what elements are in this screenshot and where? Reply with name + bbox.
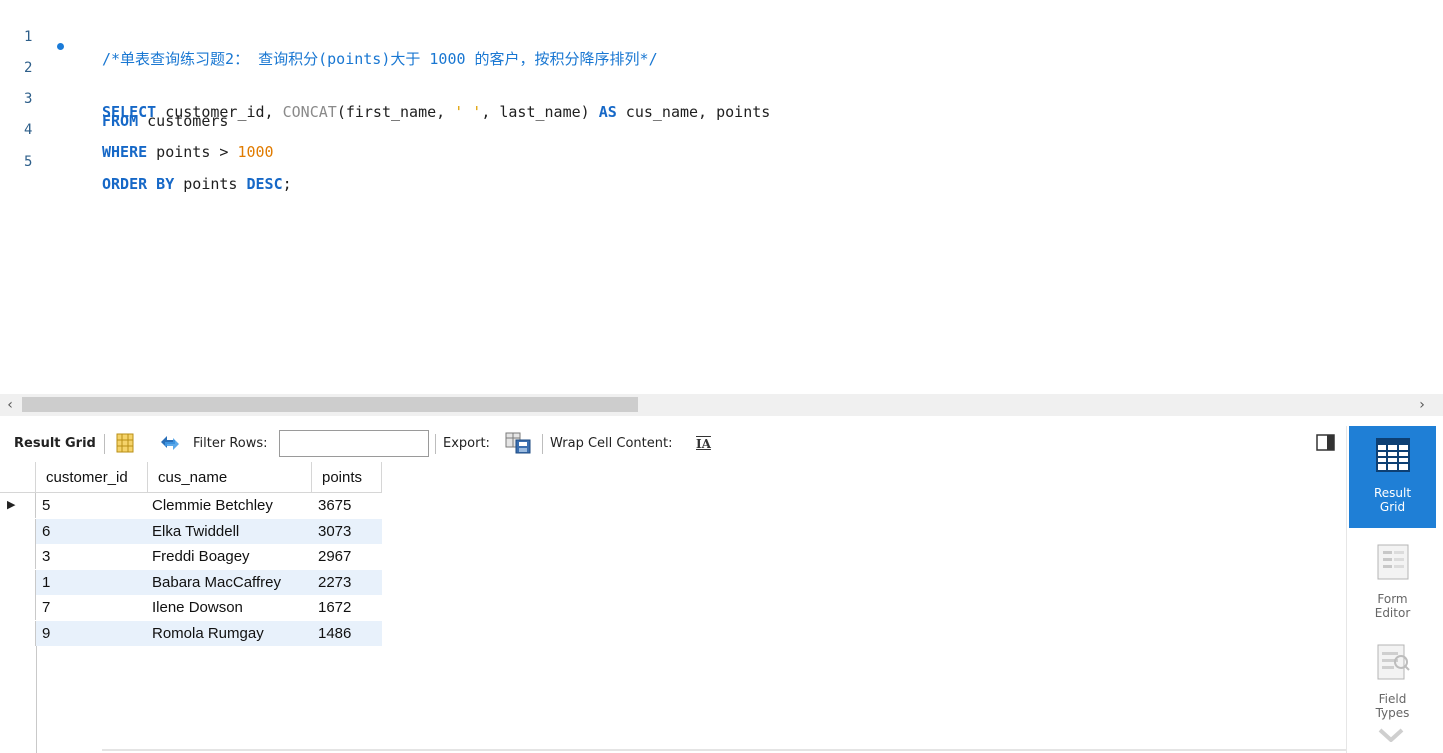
- cell-points[interactable]: 1672: [312, 595, 351, 620]
- result-side-panel: Result Grid Form Editor Field Types: [1346, 426, 1443, 753]
- tab-label-line: Result: [1373, 486, 1412, 500]
- bottom-divider: [102, 749, 1346, 751]
- cell-customer-id[interactable]: 5: [36, 493, 50, 518]
- toolbar-divider: [542, 434, 543, 454]
- code-line-2[interactable]: 2 SELECT customer_id, CONCAT(first_name,…: [0, 35, 1443, 121]
- grid-corner: [0, 462, 36, 493]
- toolbar-divider: [435, 434, 436, 454]
- form-editor-tab[interactable]: Form Editor: [1349, 532, 1436, 634]
- selected-row-marker-icon[interactable]: ▶: [0, 493, 36, 518]
- result-grid-tab-label: Result Grid: [1349, 486, 1436, 514]
- result-grid-label[interactable]: Result Grid: [14, 435, 96, 453]
- keyword-order-by: ORDER BY: [102, 175, 175, 193]
- field-types-tab-label: Field Types: [1349, 692, 1436, 720]
- row-indicator[interactable]: [0, 544, 36, 569]
- cell-cus-name[interactable]: Clemmie Betchley: [146, 493, 273, 518]
- cell-cus-name[interactable]: Freddi Boagey: [146, 544, 250, 569]
- tab-label-line: Field: [1378, 692, 1407, 706]
- cell-cus-name[interactable]: Ilene Dowson: [146, 595, 243, 620]
- grid-layout-icon[interactable]: [116, 433, 134, 453]
- wrap-cell-content-label: Wrap Cell Content:: [550, 436, 673, 451]
- cell-points[interactable]: 1486: [312, 621, 351, 646]
- code-line-4[interactable]: 4 WHERE points > 1000: [0, 97, 1443, 161]
- field-types-icon: [1374, 642, 1412, 680]
- cell-points[interactable]: 2967: [312, 544, 351, 569]
- cell-cus-name[interactable]: Romola Rumgay: [146, 621, 264, 646]
- toolbar-divider: [104, 434, 105, 454]
- tab-label-line: Grid: [1379, 500, 1406, 514]
- row-indicator[interactable]: [0, 595, 36, 620]
- table-row[interactable]: 9 Romola Rumgay 1486: [0, 621, 382, 646]
- cell-points[interactable]: 2273: [312, 570, 351, 595]
- wrap-text-icon[interactable]: IA: [696, 435, 711, 453]
- code-text: points: [174, 175, 247, 193]
- cell-customer-id[interactable]: 7: [36, 595, 50, 620]
- editor-horizontal-scrollbar[interactable]: ‹ ›: [0, 394, 1443, 416]
- line-number: 5: [24, 154, 33, 170]
- code-line-3[interactable]: 3 FROM customers: [0, 66, 1443, 130]
- cell-customer-id[interactable]: 9: [36, 621, 50, 646]
- grid-column-divider: [36, 646, 37, 753]
- code-line-5[interactable]: 5 ORDER BY points DESC;: [0, 129, 1443, 193]
- toggle-panel-icon[interactable]: [1316, 434, 1336, 452]
- statement-marker-icon: [57, 43, 64, 50]
- filter-rows-input[interactable]: [279, 430, 429, 457]
- row-indicator[interactable]: [0, 621, 36, 646]
- filter-rows-label: Filter Rows:: [193, 436, 268, 451]
- cell-cus-name[interactable]: Babara MacCaffrey: [146, 570, 281, 595]
- table-row[interactable]: ▶ 5 Clemmie Betchley 3675: [0, 493, 382, 518]
- chevron-down-icon[interactable]: [1377, 728, 1405, 743]
- field-types-tab[interactable]: Field Types: [1349, 632, 1436, 734]
- row-indicator[interactable]: [0, 519, 36, 544]
- table-row[interactable]: 3 Freddi Boagey 2967: [0, 544, 382, 569]
- column-header-cus-name[interactable]: cus_name: [148, 462, 312, 493]
- sql-editor[interactable]: 1 /*单表查询练习题2： 查询积分(points)大于 1000 的客户，按积…: [0, 0, 1443, 394]
- result-grid-icon: [1374, 436, 1412, 474]
- result-toolbar: Result Grid Filter Rows: Export: Wrap Ce…: [0, 426, 1346, 462]
- table-row[interactable]: 1 Babara MacCaffrey 2273: [0, 570, 382, 595]
- export-icon[interactable]: [504, 431, 532, 454]
- code-line-1[interactable]: 1 /*单表查询练习题2： 查询积分(points)大于 1000 的客户，按积…: [0, 4, 1443, 68]
- tab-label-line: Form: [1377, 592, 1408, 606]
- row-indicator[interactable]: [0, 570, 36, 595]
- export-label: Export:: [443, 436, 490, 451]
- scrollbar-thumb[interactable]: [22, 397, 638, 412]
- cell-points[interactable]: 3073: [312, 519, 351, 544]
- cell-cus-name[interactable]: Elka Twiddell: [146, 519, 239, 544]
- scroll-left-icon[interactable]: ‹: [0, 394, 20, 416]
- tab-label-line: Types: [1375, 706, 1410, 720]
- code-text: ;: [282, 175, 292, 193]
- form-editor-tab-label: Form Editor: [1349, 592, 1436, 620]
- scroll-right-icon[interactable]: ›: [1412, 394, 1432, 416]
- table-row[interactable]: 6 Elka Twiddell 3073: [0, 519, 382, 544]
- tab-label-line: Editor: [1374, 606, 1411, 620]
- column-header-customer-id[interactable]: customer_id: [36, 462, 148, 493]
- order-by-clause: ORDER BY points DESC;: [102, 173, 292, 195]
- refresh-icon[interactable]: [158, 433, 182, 451]
- cell-points[interactable]: 3675: [312, 493, 351, 518]
- result-grid-tab[interactable]: Result Grid: [1349, 426, 1436, 528]
- cell-customer-id[interactable]: 1: [36, 570, 50, 595]
- table-row[interactable]: 7 Ilene Dowson 1672: [0, 595, 382, 620]
- cell-customer-id[interactable]: 3: [36, 544, 50, 569]
- cell-customer-id[interactable]: 6: [36, 519, 50, 544]
- column-header-points[interactable]: points: [312, 462, 382, 493]
- keyword-desc: DESC: [246, 175, 283, 193]
- form-editor-icon: [1374, 542, 1412, 580]
